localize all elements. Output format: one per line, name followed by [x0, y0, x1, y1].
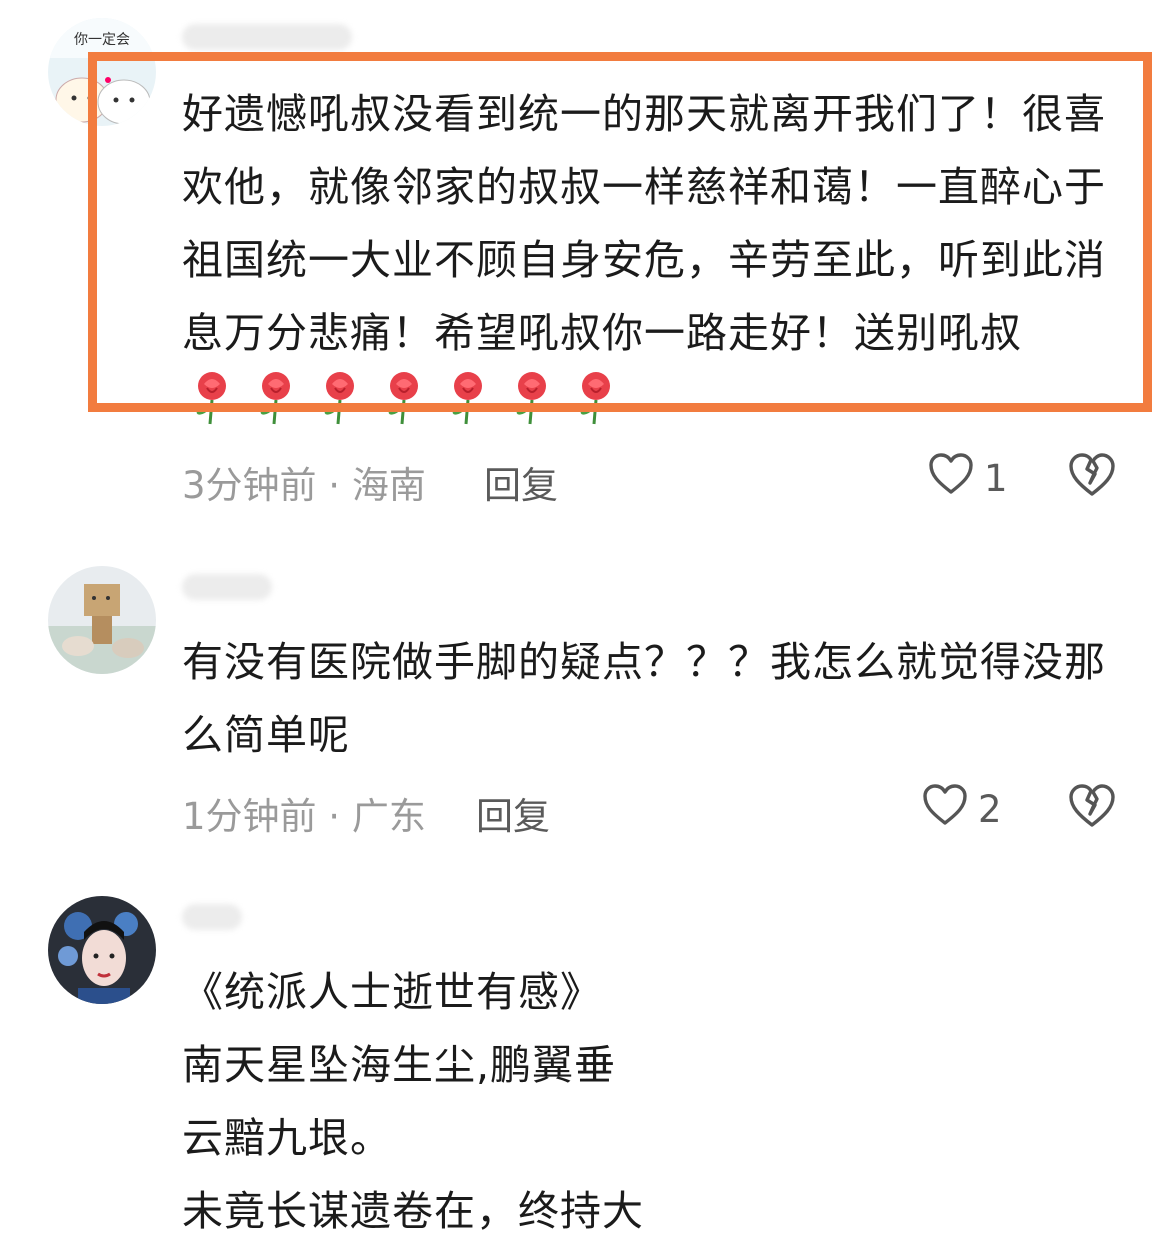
comment-text: 好遗憾吼叔没看到统一的那天就离开我们了！很喜欢他，就像邻家的叔叔一样慈祥和蔼！一… [182, 78, 1112, 449]
avatar[interactable] [48, 566, 156, 674]
comment-text: 有没有医院做手脚的疑点？？？我怎么就觉得没那么简单呢 [182, 638, 1106, 759]
rose-emoji [382, 370, 426, 449]
broken-heart-icon [1068, 453, 1116, 502]
rose-emoji [254, 370, 298, 449]
reply-button[interactable]: 回复 [484, 455, 558, 509]
poem-line: 南天星坠海生尘,鹏翼垂 [182, 1041, 617, 1089]
heart-outline-icon [928, 452, 974, 505]
rose-emoji [190, 370, 234, 449]
rose-emoji [574, 370, 618, 449]
poem-line: 云黯九垠。 [182, 1114, 392, 1162]
like-count: 1 [984, 457, 1008, 500]
comment-meta: 1分钟前 · 广东 [182, 795, 426, 838]
username[interactable] [182, 574, 272, 600]
poem-line: 未竟长谋遗卷在，终持大 [182, 1187, 644, 1235]
broken-heart-icon [1068, 784, 1116, 833]
rose-emoji [446, 370, 490, 449]
avatar[interactable] [48, 896, 156, 1004]
avatar[interactable]: 你一定会 [48, 18, 156, 126]
rose-emoji-row [190, 370, 618, 449]
dislike-button[interactable] [1068, 783, 1116, 833]
like-count: 2 [978, 788, 1002, 831]
username[interactable] [182, 904, 242, 930]
poem: 《统派人士逝世有感》 南天星坠海生尘,鹏翼垂 云黯九垠。 未竟长谋遗卷在，终持大 [182, 956, 1112, 1248]
comment-text-content: 好遗憾吼叔没看到统一的那天就离开我们了！很喜欢他，就像邻家的叔叔一样慈祥和蔼！一… [182, 90, 1106, 357]
reply-button[interactable]: 回复 [476, 786, 550, 840]
poem-title: 《统派人士逝世有感》 [182, 968, 602, 1016]
heart-outline-icon [922, 783, 968, 836]
avatar-text: 你一定会 [74, 32, 130, 48]
dislike-button[interactable] [1068, 452, 1116, 502]
like-button[interactable]: 2 [922, 783, 1002, 836]
comment-meta: 3分钟前 · 海南 [182, 464, 426, 507]
like-button[interactable]: 1 [928, 452, 1008, 505]
rose-emoji [318, 370, 362, 449]
username[interactable] [182, 24, 352, 50]
rose-emoji [510, 370, 554, 449]
